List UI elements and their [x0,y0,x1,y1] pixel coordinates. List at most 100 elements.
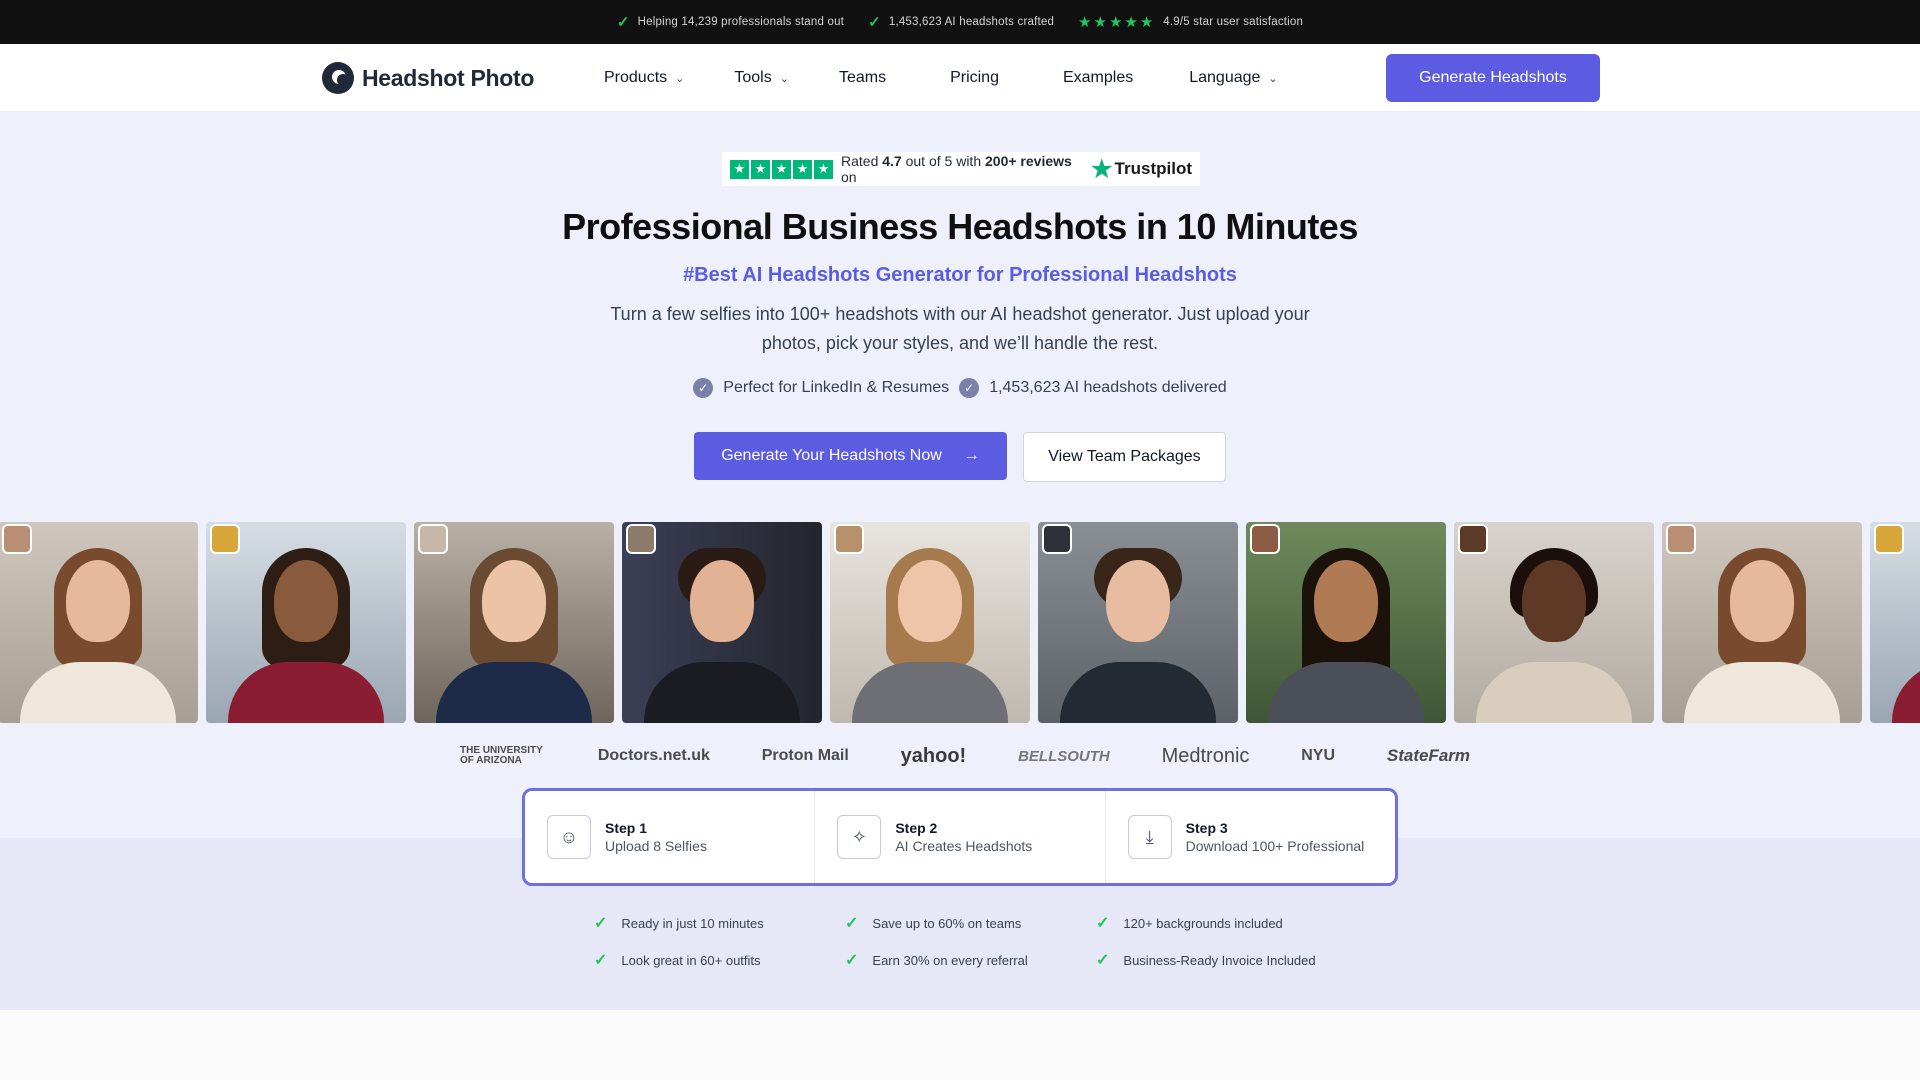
generate-headshots-now-button[interactable]: Generate Your Headshots Now → [694,432,1007,480]
feature-item: ✓ Save up to 60% on teams [845,913,1096,933]
announcement-item: ✓ Helping 14,239 professionals stand out [617,13,844,31]
step-title: Step 3 [1185,820,1228,836]
announcement-bar: ✓ Helping 14,239 professionals stand out… [0,0,1920,44]
star-icon: ★ [751,159,770,179]
hero-section: ★ ★ ★ ★ ★ Rated 4.7 out of 5 with 200+ r… [0,112,1920,838]
headshot-photo [1246,522,1446,723]
selfie-thumbnail [1042,524,1072,554]
headshot-gallery [0,522,1920,723]
logo-bellsouth: BELLSOUTH [1018,747,1110,765]
selfie-thumbnail [626,524,656,554]
check-icon: ✓ [594,952,608,969]
check-icon: ✓ [1096,915,1110,932]
nav-item-pricing[interactable]: Pricing [950,69,999,87]
announcement-item: ✓ 1,453,623 AI headshots crafted [868,13,1054,31]
nav-item-label: Tools [734,69,772,86]
arrow-right-icon: → [963,447,980,464]
announcement-item: ★★★★★ 4.9/5 star user satisfaction [1078,13,1303,31]
announcement-text: 1,453,623 AI headshots crafted [888,16,1055,28]
headshot-photo [0,522,198,723]
feature-item: ✓ Business-Ready Invoice Included [1096,950,1354,970]
headshot-photo [830,522,1030,723]
logo-yahoo: yahoo! [900,744,967,767]
star-rating-icon: ★★★★★ [1078,14,1156,31]
step-description: Download 100+ Professional [1185,838,1365,854]
bullet-text: 1,453,623 AI headshots delivered [989,379,1227,396]
feature-text: Ready in just 10 minutes [621,915,764,931]
steps-card: ☺ Step 1 Upload 8 Selfies ✧ Step 2 AI Cr… [522,788,1398,886]
nav-item-label: Teams [838,69,887,86]
logo-university-of-arizona: THE UNIVERSITY OF ARIZONA [460,745,543,766]
announcement-text: Helping 14,239 professionals stand out [637,16,845,28]
logo-proton-mail: Proton Mail [761,747,849,764]
trustpilot-badge[interactable]: ★ ★ ★ ★ ★ Rated 4.7 out of 5 with 200+ r… [722,152,1200,186]
feature-text: Save up to 60% on teams [872,915,1022,931]
logo-icon [322,62,354,94]
chevron-down-icon: ⌄ [675,72,685,85]
rated-label: Rated [841,153,879,169]
headshot-photo [1662,522,1862,723]
check-icon: ✓ [845,952,859,969]
feature-item: ✓ Look great in 60+ outfits [594,950,845,970]
nav-item-teams[interactable]: Teams [839,69,886,87]
feature-text: Look great in 60+ outfits [621,952,761,968]
step-3: ⤓ Step 3 Download 100+ Professional [1106,791,1395,883]
check-icon: ✓ [594,915,608,932]
selfie-thumbnail [210,524,240,554]
hero-bullet: ✓ 1,453,623 AI headshots delivered [959,378,1227,398]
rating-score: 4.7 [882,153,902,169]
step-description: AI Creates Headshots [895,838,1033,854]
sparkle-icon: ✧ [837,815,882,859]
chevron-down-icon: ⌄ [1268,72,1278,85]
rating-on: on [841,169,857,185]
feature-text: Earn 30% on every referral [872,952,1028,968]
feature-item: ✓ Ready in just 10 minutes [594,913,845,933]
rating-out-of: out of 5 with [905,153,982,169]
nav-item-products[interactable]: Products ⌄ [604,69,684,87]
trustpilot-logo: ★ Trustpilot [1091,155,1192,184]
chevron-down-icon: ⌄ [779,72,789,85]
download-icon: ⤓ [1127,815,1172,859]
logo-medtronic: Medtronic [1161,744,1250,767]
headshot-photo [1038,522,1238,723]
check-icon: ✓ [1096,952,1110,969]
nav-item-language[interactable]: Language ⌄ [1189,69,1277,87]
trustpilot-brand: Trustpilot [1114,159,1192,178]
customer-logos: THE UNIVERSITY OF ARIZONA Doctors.net.uk… [460,742,1470,770]
selfie-thumbnail [2,524,32,554]
headshot-photo [1870,522,1920,723]
step-title: Step 1 [605,820,648,836]
check-icon: ✓ [616,14,630,31]
nav-item-examples[interactable]: Examples [1063,69,1133,87]
star-icon: ★ [793,159,812,179]
hero-bullets: ✓ Perfect for LinkedIn & Resumes ✓ 1,453… [0,378,1920,398]
step-2: ✧ Step 2 AI Creates Headshots [815,791,1106,883]
rating-text: Rated 4.7 out of 5 with 200+ reviews on [841,153,1079,185]
feature-text: Business-Ready Invoice Included [1123,952,1316,968]
feature-list: ✓ Ready in just 10 minutes ✓ Save up to 60… [594,913,1354,970]
smiley-icon: ☺ [547,815,591,859]
trustpilot-star-icon: ★ [1091,155,1113,183]
hero-bullet: ✓ Perfect for LinkedIn & Resumes [693,378,949,398]
bullet-text: Perfect for LinkedIn & Resumes [723,379,950,396]
selfie-thumbnail [834,524,864,554]
view-team-packages-button[interactable]: View Team Packages [1023,432,1226,482]
generate-headshots-button[interactable]: Generate Headshots [1386,54,1600,102]
hero-description: Turn a few selfies into 100+ headshots w… [610,304,1310,353]
trustpilot-stars: ★ ★ ★ ★ ★ [730,159,833,179]
step-title: Step 2 [895,820,938,836]
check-circle-icon: ✓ [959,378,980,398]
nav-item-label: Examples [1062,69,1134,86]
check-circle-icon: ✓ [693,378,714,398]
nav-item-label: Language [1189,69,1261,86]
logo-doctors-net: Doctors.net.uk [597,747,710,764]
button-label: Generate Your Headshots Now [721,447,942,464]
feature-item: ✓ Earn 30% on every referral [845,950,1096,970]
page-title: Professional Business Headshots in 10 Mi… [562,206,1358,247]
site-logo[interactable]: Headshot Photo [322,62,534,94]
nav-item-tools[interactable]: Tools ⌄ [734,69,789,87]
hero-tagline: #Best AI Headshots Generator for Profess… [683,264,1237,286]
headshot-photo [206,522,406,723]
announcement-text: 4.9/5 star user satisfaction [1163,16,1304,28]
logo-nyu: NYU [1301,747,1336,764]
